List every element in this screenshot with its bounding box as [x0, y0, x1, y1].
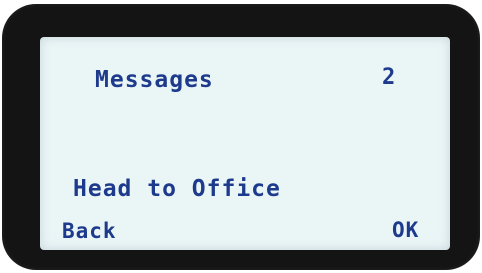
device-bezel: Messages 2 Head to Office Back OK	[2, 4, 480, 270]
ok-softkey[interactable]: OK	[392, 220, 419, 241]
lcd-screen: Messages 2 Head to Office Back OK	[40, 37, 450, 250]
screen-title: Messages	[95, 67, 214, 93]
back-softkey[interactable]: Back	[62, 221, 117, 242]
message-text: Head to Office	[73, 176, 281, 202]
message-count: 2	[382, 65, 397, 90]
